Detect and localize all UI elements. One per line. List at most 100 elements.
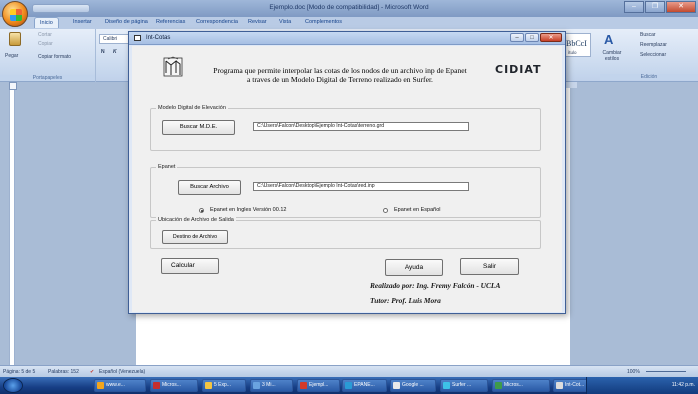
ruler-toggle-icon[interactable] [9,82,17,90]
dialog-close-icon[interactable]: ✕ [540,33,562,42]
taskbar-button-label: 5 Exp... [214,382,231,388]
paste-button[interactable]: Pegar [5,53,18,59]
int-cotas-logo-icon [163,56,183,77]
radio-epanet-spanish[interactable] [383,208,388,213]
tab-correspondencia[interactable]: Correspondencia [196,19,238,25]
taskbar-button-label: Ejempl... [309,382,329,388]
epanet-group-label: Epanet [156,164,178,170]
dialog-window-controls: – □ ✕ [510,33,562,42]
taskbar-button[interactable]: Micros... [150,379,198,392]
dialog-body: Programa que permite interpolar las cota… [132,46,562,312]
paste-icon[interactable] [9,32,21,46]
taskbar-app-icon [153,382,160,389]
taskbar-app-icon [443,382,450,389]
taskbar-button[interactable]: Google ... [390,379,436,392]
tab-complementos[interactable]: Complementos [305,19,342,25]
clipboard-group-label: Portapapeles [0,75,95,81]
taskbar-button-label: Micros... [162,382,181,388]
restore-icon[interactable]: ❐ [645,1,665,13]
taskbar-button[interactable]: Micros... [492,379,550,392]
office-logo-icon [10,9,22,21]
taskbar-app-icon [556,382,563,389]
ayuda-button[interactable]: Ayuda [385,259,443,276]
taskbar-button[interactable]: Surfer ... [440,379,488,392]
close-icon[interactable]: ✕ [666,1,696,13]
window-controls: – ❐ ✕ [624,1,696,13]
status-language[interactable]: Español (Venezuela) [99,369,145,375]
replace-button[interactable]: Reemplazar [640,42,667,48]
radio-epanet-spanish-label[interactable]: Epanet en Español [394,207,440,213]
ribbon-tabs: Inicio Insertar Diseño de página Referen… [0,17,698,29]
radio-epanet-english[interactable] [199,208,204,213]
tab-diseno-pagina[interactable]: Diseño de página [105,19,148,25]
mde-path-field[interactable]: C:\Users\Falcon\Desktop\Ejemplo Int-Cota… [253,122,469,131]
find-button[interactable]: Buscar [640,32,656,38]
office-button[interactable] [2,1,28,27]
taskbar-app-icon [97,382,104,389]
taskbar-button-label: 3 Mi... [262,382,276,388]
spelling-icon[interactable]: ✔ [90,369,94,375]
start-button[interactable] [3,378,23,393]
tab-vista[interactable]: Vista [279,19,291,25]
change-styles-icon[interactable]: A [604,33,618,47]
status-bar: Página: 5 de 5 Palabras: 152 ✔ Español (… [0,365,698,377]
calcular-button[interactable]: Calcular [161,258,219,274]
tab-insertar[interactable]: Insertar [73,19,92,25]
epanet-path-field[interactable]: C:\Users\Falcon\Desktop\Ejemplo Int-Cota… [253,182,469,191]
italic-button[interactable]: K [113,49,117,55]
tab-revisar[interactable]: Revisar [248,19,267,25]
zoom-level[interactable]: 100% [627,369,640,375]
word-window-title: Ejemplo.doc [Modo de compatibilidad] - M… [269,4,429,11]
taskbar-button[interactable]: EPANE... [342,379,387,392]
taskbar-app-icon [495,382,502,389]
taskbar-button-label: Micros... [504,382,523,388]
tutor-credit: Tutor: Prof. Luis Mora [370,296,441,305]
taskbar-button[interactable]: www.e... [94,379,146,392]
taskbar-app-icon [205,382,212,389]
taskbar-app-icon [345,382,352,389]
status-words[interactable]: Palabras: 152 [48,369,79,375]
change-styles-button[interactable]: Cambiar estilos [598,50,626,62]
system-tray: 11:42 p.m. [586,377,698,394]
taskbar-button[interactable]: 3 Mi... [250,379,293,392]
style-gallery[interactable]: BbCcI ítulo [563,33,591,57]
dialog-minimize-icon[interactable]: – [510,33,524,42]
style-preview: BbCcI [566,39,587,48]
format-painter-button[interactable]: Copiar formato [38,54,71,60]
description-line-2: a traves de un Modelo Digital de Terreno… [247,75,433,84]
bold-button[interactable]: N [101,49,105,55]
font-name-box[interactable]: Calibri [99,34,129,44]
word-title-bar: Ejemplo.doc [Modo de compatibilidad] - M… [0,0,698,17]
taskbar-button-label: Surfer ... [452,382,472,388]
radio-epanet-english-label[interactable]: Epanet en Ingles Versión 00.12 [210,207,286,213]
buscar-mde-button[interactable]: Buscar M.D.E. [162,120,235,135]
taskbar-button-label: EPANE... [354,382,375,388]
style-name: ítulo [568,50,577,55]
taskbar-button[interactable]: 5 Exp... [202,379,246,392]
zoom-slider[interactable] [646,371,686,372]
windows-taskbar: www.e... Micros... 5 Exp... 3 Mi... Ejempl..… [0,377,698,394]
tab-referencias[interactable]: Referencias [156,19,185,25]
tab-inicio[interactable]: Inicio [34,17,59,28]
minimize-icon[interactable]: – [624,1,644,13]
output-group-label: Ubicación de Archivo de Salida [156,217,236,223]
taskbar-app-icon [253,382,260,389]
description-line-1: Programa que permite interpolar las cota… [213,66,467,75]
clock[interactable]: 11:42 p.m. [672,382,695,388]
salir-button[interactable]: Salir [460,258,519,275]
author-credit: Realizado por: Ing. Fremy Falcón - UCLA [370,281,501,290]
dialog-description: Programa que permite interpolar las cota… [194,66,486,84]
taskbar-app-icon [393,382,400,389]
copy-button[interactable]: Copiar [38,41,53,47]
buscar-archivo-button[interactable]: Buscar Archivo [178,180,241,195]
taskbar-button-label: Int-Cot... [565,382,585,388]
destino-archivo-button[interactable]: Destino de Archivo [162,230,228,244]
status-page[interactable]: Página: 5 de 5 [3,369,35,375]
select-button[interactable]: Seleccionar [640,52,666,58]
cut-button[interactable]: Cortar [38,32,52,38]
taskbar-button[interactable]: Ejempl... [297,379,340,392]
dialog-title-bar[interactable]: Int-Cotas – □ ✕ [129,32,565,45]
dialog-title: Int-Cotas [146,35,171,41]
mde-group-label: Modelo Digital de Elevación [156,105,228,111]
dialog-maximize-icon[interactable]: □ [525,33,539,42]
